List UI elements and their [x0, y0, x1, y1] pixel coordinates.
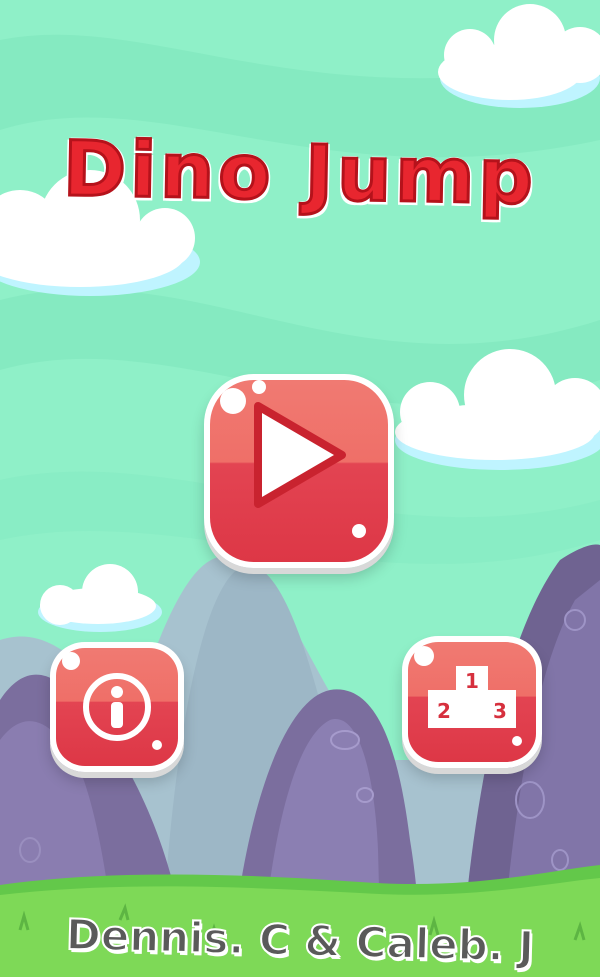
podium-icon: 1 2 3	[428, 666, 516, 728]
game-title: Dino Jump	[61, 122, 539, 222]
play-button[interactable]	[204, 374, 394, 568]
game-menu: Dino Jump 1 2 3 Dennis. C & Caleb. J	[0, 0, 600, 977]
info-icon	[83, 673, 151, 741]
shine-bubble-corner	[352, 524, 366, 538]
shine-bubble-corner	[512, 736, 522, 746]
podium-first: 1	[465, 669, 479, 693]
leaderboard-button[interactable]: 1 2 3	[402, 636, 542, 768]
shine-bubble-small	[252, 380, 266, 394]
play-icon	[254, 402, 346, 508]
info-button[interactable]	[50, 642, 184, 772]
podium-third: 3	[493, 699, 507, 723]
shine-bubble	[62, 652, 80, 670]
podium-second: 2	[437, 699, 451, 723]
